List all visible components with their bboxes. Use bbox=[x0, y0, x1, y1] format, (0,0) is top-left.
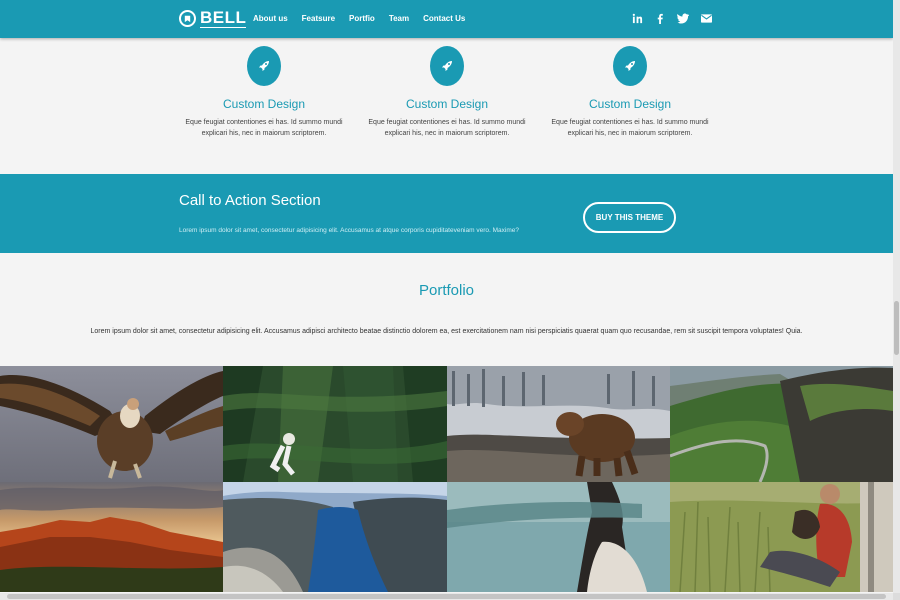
nav-link-team[interactable]: Team bbox=[389, 14, 409, 23]
linkedin-icon[interactable] bbox=[631, 12, 643, 24]
nav-link-contact[interactable]: Contact Us bbox=[423, 14, 465, 23]
portfolio-image-man-with-dog[interactable] bbox=[670, 482, 893, 592]
features-section: Custom Design Eque feugiat contentiones … bbox=[0, 38, 893, 174]
cta-title: Call to Action Section bbox=[179, 192, 321, 209]
rocket-icon bbox=[430, 46, 464, 86]
nav-link-about[interactable]: About us bbox=[253, 14, 288, 23]
portfolio-gallery bbox=[0, 366, 893, 592]
facebook-icon[interactable] bbox=[654, 12, 666, 24]
feature-title: Custom Design bbox=[222, 97, 306, 111]
portfolio-image-blindfolded-woman[interactable] bbox=[447, 482, 670, 592]
portfolio-image-forest-climber[interactable] bbox=[223, 366, 447, 482]
portfolio-section: Portfolio Lorem ipsum dolor sit amet, co… bbox=[0, 253, 893, 366]
nav-link-portfolio[interactable]: Portfio bbox=[349, 14, 375, 23]
scrollbar-corner bbox=[893, 593, 900, 600]
rocket-icon bbox=[247, 46, 281, 86]
brand-name: BELL bbox=[200, 8, 247, 28]
feature-card: Custom Design Eque feugiat contentiones … bbox=[179, 46, 349, 139]
portfolio-text: Lorem ipsum dolor sit amet, consectetur … bbox=[90, 328, 803, 335]
nav-link-features[interactable]: Featsure bbox=[302, 14, 335, 23]
navbar: BELL About us Featsure Portfio Team Cont… bbox=[0, 0, 893, 38]
envelope-icon[interactable] bbox=[700, 12, 712, 24]
buy-theme-button[interactable]: BUY THIS THEME bbox=[583, 202, 676, 233]
feature-text: Eque feugiat contentiones ei has. Id sum… bbox=[368, 119, 526, 137]
feature-title: Custom Design bbox=[588, 97, 672, 111]
portfolio-image-vulture[interactable] bbox=[0, 366, 223, 482]
portfolio-image-blue-fjord[interactable] bbox=[223, 482, 447, 592]
feature-title: Custom Design bbox=[405, 97, 489, 111]
rocket-icon bbox=[613, 46, 647, 86]
vertical-scrollbar-thumb[interactable] bbox=[894, 301, 899, 355]
feature-card: Custom Design Eque feugiat contentiones … bbox=[545, 46, 715, 139]
cta-text: Lorem ipsum dolor sit amet, consectetur … bbox=[179, 227, 519, 234]
portfolio-title: Portfolio bbox=[418, 282, 475, 299]
portfolio-image-bear[interactable] bbox=[447, 366, 670, 482]
horizontal-scrollbar[interactable] bbox=[0, 593, 893, 600]
feature-text: Eque feugiat contentiones ei has. Id sum… bbox=[551, 119, 709, 137]
feature-card: Custom Design Eque feugiat contentiones … bbox=[362, 46, 532, 139]
bell-logo-icon bbox=[179, 10, 196, 27]
portfolio-image-red-canyon[interactable] bbox=[0, 482, 223, 592]
vertical-scrollbar[interactable] bbox=[893, 0, 900, 593]
nav-menu: About us Featsure Portfio Team Contact U… bbox=[253, 14, 479, 23]
call-to-action-section: Call to Action Section Lorem ipsum dolor… bbox=[0, 174, 893, 253]
social-links bbox=[631, 12, 712, 24]
horizontal-scrollbar-thumb[interactable] bbox=[7, 594, 886, 599]
page: BELL About us Featsure Portfio Team Cont… bbox=[0, 0, 893, 600]
feature-text: Eque feugiat contentiones ei has. Id sum… bbox=[185, 119, 343, 137]
brand-logo[interactable]: BELL bbox=[179, 8, 247, 28]
twitter-icon[interactable] bbox=[677, 12, 689, 24]
portfolio-image-green-cliffs[interactable] bbox=[670, 366, 893, 482]
